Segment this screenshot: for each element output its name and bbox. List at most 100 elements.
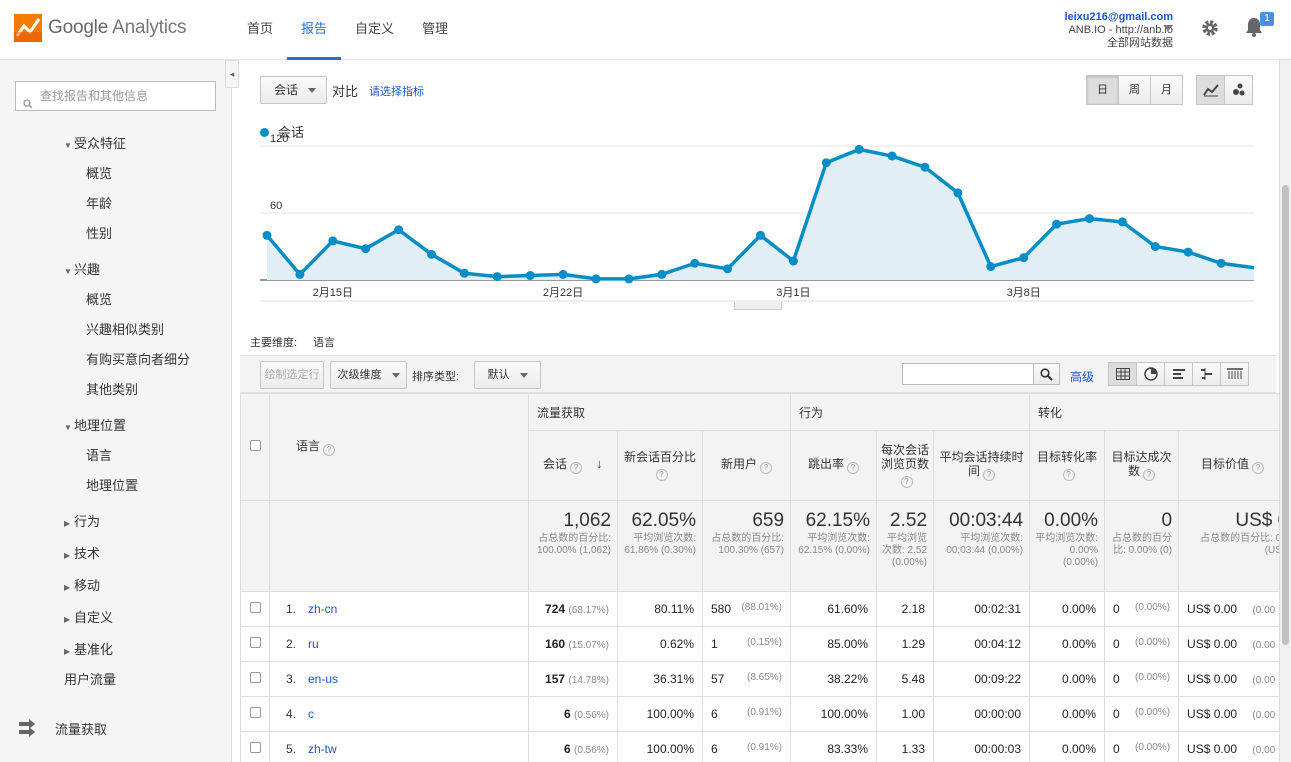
nav-home[interactable]: 首页 [233,0,287,60]
help-icon[interactable]: ? [655,469,668,481]
language-link[interactable]: ru [308,637,319,651]
sidebar-item-location[interactable]: 地理位置 [86,475,138,494]
comparison-view-button[interactable] [1192,362,1221,386]
data-point[interactable] [361,244,371,254]
table-search-input[interactable] [902,363,1034,385]
select-metric-link[interactable]: 请选择指标 [369,83,424,99]
data-point[interactable] [953,188,963,198]
plot-rows-button[interactable]: 绘制选定行 [260,361,324,389]
col-avg-duration-header[interactable]: 平均会话持续时间? [933,430,1031,501]
data-point[interactable] [295,269,305,279]
sidebar-item-interests[interactable]: ▼ 兴趣 [64,259,100,278]
help-icon[interactable]: ? [847,462,860,474]
help-icon[interactable]: ? [570,462,583,474]
col-goal-value-header[interactable]: 目标价值? [1178,430,1291,501]
col-bounce-rate-header[interactable]: 跳出率? [790,430,878,501]
data-point[interactable] [1085,214,1094,224]
language-link[interactable]: zh-tw [308,742,337,756]
data-point[interactable] [591,274,601,284]
advanced-filter-link[interactable]: 高级 [1070,368,1094,385]
data-point[interactable] [723,264,733,274]
sidebar-item-other-categories[interactable]: 其他类别 [86,379,138,398]
col-language-header[interactable]: 语言? [269,393,529,501]
col-new-users-header[interactable]: 新用户? [701,430,792,501]
sidebar-item-users-flow[interactable]: 用户流量 [64,669,116,688]
help-icon[interactable]: ? [1062,469,1075,481]
gear-icon[interactable] [1200,18,1220,41]
nav-reports[interactable]: 报告 [287,0,342,60]
period-month-button[interactable]: 月 [1150,75,1183,105]
data-view-button[interactable] [1108,362,1137,386]
percentage-view-button[interactable] [1136,362,1165,386]
help-icon[interactable]: ? [1252,462,1265,474]
collapse-sidebar-button[interactable]: ◂ [225,60,239,88]
account-selector[interactable]: leixu216@gmail.com ANB.IO - http://anb.i… [1064,11,1173,50]
sidebar-item-mobile[interactable]: ▶ 移动 [64,575,100,594]
data-point[interactable] [690,258,700,268]
data-point[interactable] [821,158,831,168]
pivot-view-button[interactable] [1220,362,1249,386]
col-pages-per-session-header[interactable]: 每次会话浏览页数? [876,430,935,501]
sidebar-item-audience-overview[interactable]: 概览 [86,163,112,182]
primary-dimension-language[interactable]: 语言 [313,334,335,350]
data-point[interactable] [328,236,338,246]
motion-chart-button[interactable] [1224,75,1253,105]
language-link[interactable]: c [308,707,314,721]
google-analytics-logo[interactable]: Google Analytics [14,14,187,42]
performance-view-button[interactable] [1164,362,1193,386]
row-checkbox[interactable] [249,707,261,718]
metric-select[interactable]: 会话 [260,76,327,104]
row-checkbox[interactable] [249,602,261,613]
select-all-checkbox[interactable] [249,440,261,451]
data-point[interactable] [492,272,502,282]
data-point[interactable] [1216,258,1226,268]
help-icon[interactable]: ? [900,476,913,488]
sidebar-item-interests-overview[interactable]: 概览 [86,289,112,308]
sidebar-item-technology[interactable]: ▶ 技术 [64,543,100,562]
sidebar-item-behavior[interactable]: ▶ 行为 [64,511,100,530]
help-icon[interactable]: ? [323,443,336,456]
sidebar-item-affinity[interactable]: 兴趣相似类别 [86,319,164,338]
data-point[interactable] [1052,219,1062,229]
data-point[interactable] [262,230,272,240]
data-point[interactable] [657,269,667,279]
sidebar-item-custom[interactable]: ▶ 自定义 [64,607,113,626]
help-icon[interactable]: ? [1143,469,1156,481]
page-scrollbar[interactable] [1279,60,1291,762]
help-icon[interactable]: ? [760,462,773,474]
data-point[interactable] [920,162,930,172]
period-day-button[interactable]: 日 [1086,75,1119,105]
chart-resize-handle[interactable] [734,302,782,310]
data-point[interactable] [1183,247,1193,257]
data-point[interactable] [1019,253,1029,263]
row-checkbox[interactable] [249,742,261,753]
data-point[interactable] [788,256,798,266]
nav-customization[interactable]: 自定义 [341,0,408,60]
sidebar-item-benchmarking[interactable]: ▶ 基准化 [64,639,113,658]
help-icon[interactable]: ? [983,469,996,481]
data-point[interactable] [887,151,897,161]
data-point[interactable] [558,269,568,279]
data-point[interactable] [427,249,436,259]
sidebar-item-acquisition[interactable]: 流量获取 [55,719,107,738]
sidebar-item-age[interactable]: 年龄 [86,193,112,212]
sidebar-item-audience[interactable]: ▼ 受众特征 [64,133,126,152]
period-week-button[interactable]: 周 [1118,75,1151,105]
data-point[interactable] [624,274,634,284]
data-point[interactable] [1150,242,1160,251]
chevron-down-icon[interactable] [1163,25,1173,31]
language-link[interactable]: zh-cn [308,602,337,616]
row-checkbox[interactable] [249,637,261,648]
data-point[interactable] [756,230,765,240]
data-point[interactable] [854,144,864,154]
col-sessions-header[interactable]: 会话? ↓ [528,430,618,501]
row-checkbox[interactable] [249,672,261,683]
scrollbar-thumb[interactable] [1282,185,1289,645]
language-link[interactable]: en-us [308,672,338,686]
data-point[interactable] [394,225,404,235]
data-point[interactable] [525,271,535,281]
data-point[interactable] [986,262,996,272]
data-point[interactable] [1117,217,1127,227]
secondary-dimension-select[interactable]: 次级维度 [330,361,407,389]
data-point[interactable] [459,268,469,278]
